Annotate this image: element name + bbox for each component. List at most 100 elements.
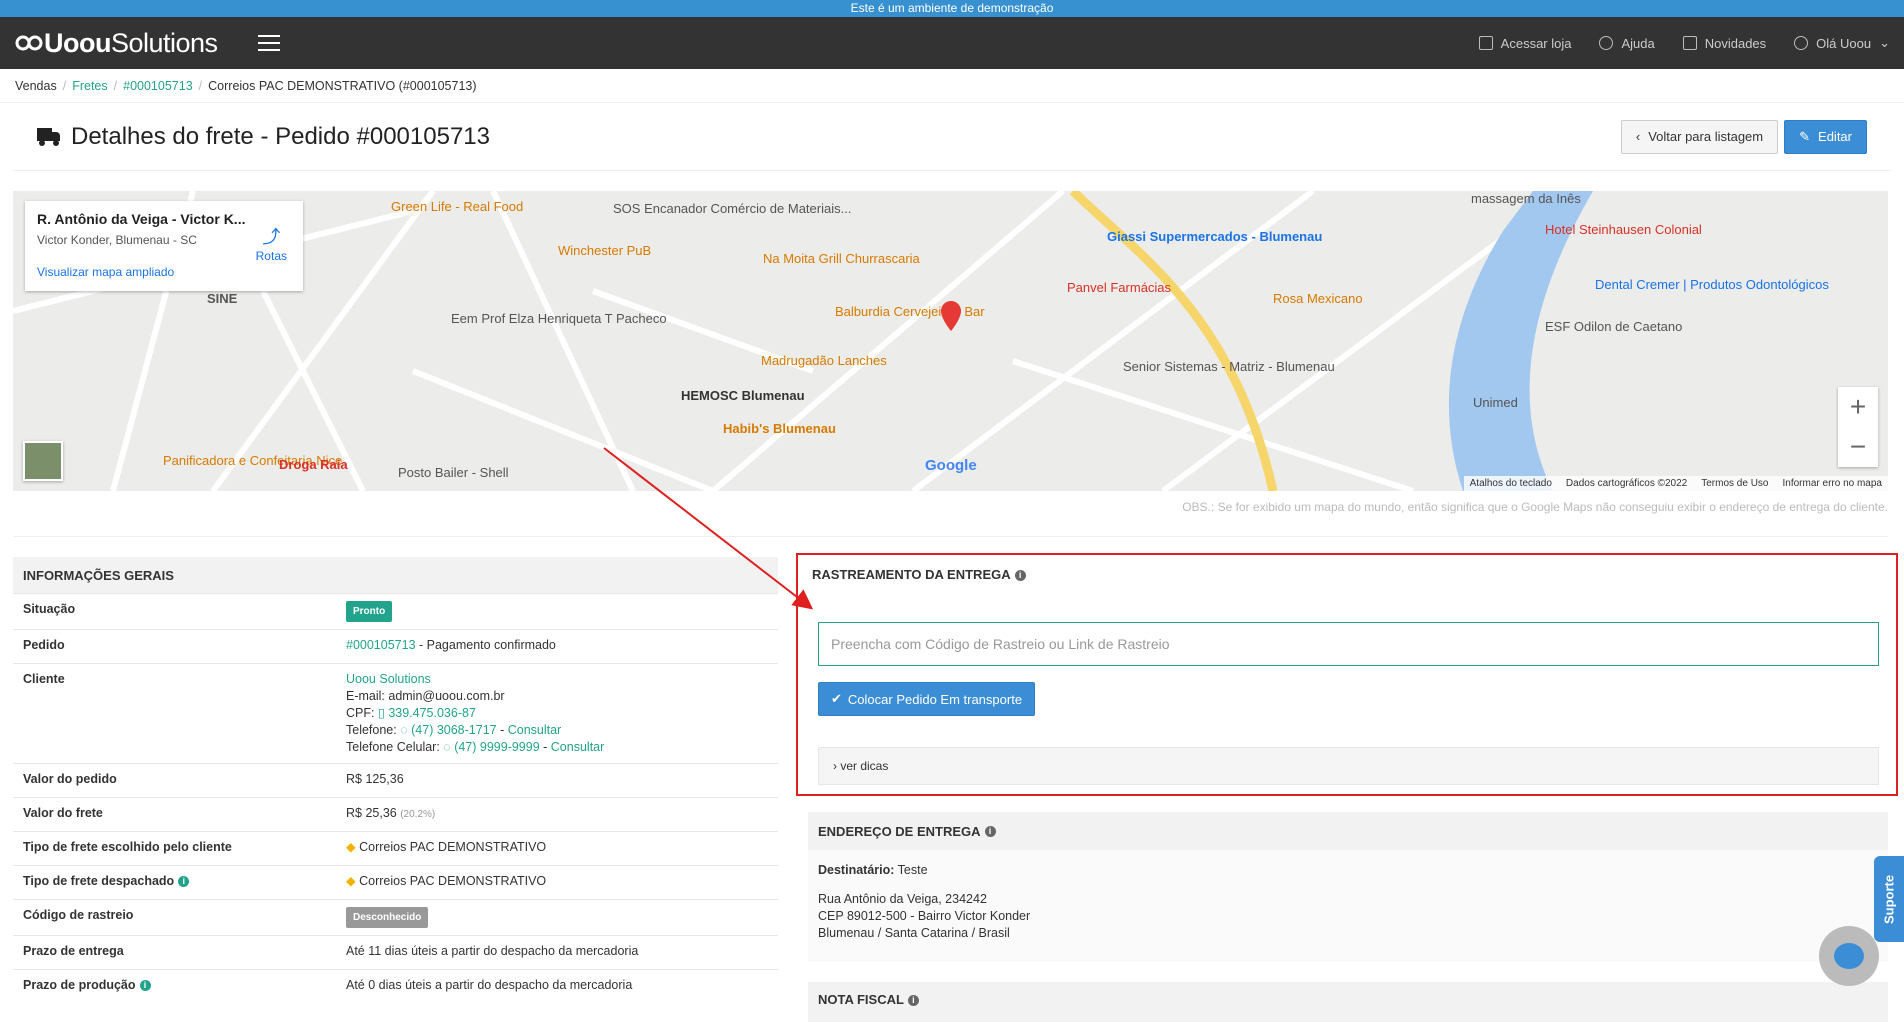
info-icon[interactable]: i: [139, 980, 151, 992]
info-icon[interactable]: i: [907, 995, 919, 1007]
zoom-controls: + −: [1838, 387, 1878, 467]
nav-label: Ajuda: [1621, 35, 1655, 51]
info-icon[interactable]: i: [984, 825, 996, 837]
cpf-link[interactable]: 339.475.036-87: [388, 706, 476, 720]
map-poi[interactable]: ESF Odilon de Caetano: [1545, 319, 1682, 334]
cpf-label: CPF:: [346, 706, 378, 720]
table-row: Valor do pedido R$ 125,36: [13, 763, 778, 798]
row-label: Valor do frete: [13, 797, 336, 832]
map-poi[interactable]: massagem da Inês: [1471, 191, 1581, 206]
map-footer-report[interactable]: Informar erro no mapa: [1783, 478, 1883, 489]
table-row: Prazo de entrega Até 11 dias úteis a part…: [13, 935, 778, 970]
map-poi[interactable]: Droga Raia: [279, 457, 348, 472]
info-icon[interactable]: i: [1014, 570, 1026, 582]
general-info-header: INFORMAÇÕES GERAIS: [13, 557, 778, 593]
demo-banner: Este é um ambiente de demonstração: [0, 0, 1904, 17]
map-poi[interactable]: Posto Bailer - Shell: [398, 465, 509, 480]
map-info-card: R. Antônio da Veiga - Victor K... Victor…: [25, 201, 303, 291]
support-tab[interactable]: Suporte: [1874, 856, 1904, 942]
map-poi[interactable]: Balburdia Cervejeira - Bar: [835, 304, 985, 319]
logo-link-icon: [15, 35, 43, 51]
nav-ajuda[interactable]: Ajuda: [1599, 35, 1655, 51]
row-label: Cliente: [13, 663, 336, 764]
breadcrumb-pedido[interactable]: #000105713: [123, 79, 193, 93]
page-header: Detalhes do frete - Pedido #000105713 ‹ V…: [13, 103, 1891, 171]
nav-label: Olá Uoou: [1816, 35, 1872, 51]
breadcrumb-fretes[interactable]: Fretes: [72, 79, 107, 93]
cell-link[interactable]: (47) 9999-9999: [454, 740, 539, 754]
map-footer-shortcuts[interactable]: Atalhos do teclado: [1470, 478, 1552, 489]
order-link[interactable]: #000105713: [346, 638, 416, 652]
nav-acessar-loja[interactable]: Acessar loja: [1478, 36, 1571, 51]
store-icon: [1478, 36, 1493, 50]
address-line-3: Blumenau / Santa Catarina / Brasil: [818, 926, 1010, 940]
back-to-list-button[interactable]: ‹ Voltar para listagem: [1620, 119, 1779, 154]
tracking-code-input[interactable]: Preencha com Código de Rastreio ou Link …: [818, 622, 1879, 666]
document-icon: ▯: [377, 706, 389, 720]
map-poi[interactable]: Madrugadão Lanches: [761, 353, 887, 368]
info-icon[interactable]: i: [178, 876, 190, 888]
directions-label: Rotas: [255, 249, 287, 263]
production-deadline: Até 0 dias úteis a partir do despacho da…: [336, 969, 778, 1004]
cell-consult-link[interactable]: Consultar: [551, 740, 605, 754]
map-poi[interactable]: HEMOSC Blumenau: [681, 388, 805, 403]
tracking-placeholder: Preencha com Código de Rastreio ou Link …: [831, 636, 1170, 652]
nav-novidades[interactable]: Novidades: [1682, 36, 1766, 51]
row-value: ◆ Correios PAC DEMONSTRATIVO: [336, 865, 778, 900]
map-footer-terms[interactable]: Termos de Uso: [1701, 478, 1768, 489]
breadcrumb-vendas: Vendas: [15, 78, 57, 93]
tracking-panel: RASTREAMENTO DA ENTREGA i Preencha com Có…: [796, 553, 1898, 796]
satellite-toggle[interactable]: [23, 441, 63, 481]
breadcrumb-current: Correios PAC DEMONSTRATIVO (#000105713): [208, 78, 477, 93]
set-in-transport-label: Colocar Pedido Em transporte: [847, 691, 1023, 707]
phone-link[interactable]: (47) 3068-1717: [411, 723, 496, 737]
correios-icon: ◆: [346, 840, 360, 854]
map-poi[interactable]: Eem Prof Elza Henriqueta T Pacheco: [451, 311, 667, 326]
google-map[interactable]: R. Antônio da Veiga - Victor K... Victor…: [13, 191, 1888, 491]
tracking-header-text: RASTREAMENTO DA ENTREGA: [812, 567, 1011, 582]
map-poi[interactable]: Dental Cremer | Produtos Odontológicos: [1595, 277, 1829, 292]
row-label: Valor do pedido: [13, 763, 336, 798]
map-poi[interactable]: SOS Encanador Comércio de Materiais...: [613, 201, 851, 216]
map-card-title: R. Antônio da Veiga - Victor K...: [37, 211, 246, 227]
map-poi[interactable]: Green Life - Real Food: [391, 199, 523, 214]
directions-button[interactable]: ⤴ Rotas: [256, 223, 287, 263]
freight-type-shipped: Correios PAC DEMONSTRATIVO: [359, 874, 547, 888]
zoom-out-button[interactable]: −: [1850, 431, 1866, 463]
zoom-in-button[interactable]: +: [1850, 391, 1866, 423]
row-value: R$ 25,36 (20.2%): [336, 797, 778, 832]
map-poi[interactable]: Hotel Steinhausen Colonial: [1545, 222, 1702, 237]
recipient-value: Teste: [894, 863, 928, 877]
directions-icon: ⤴: [262, 227, 281, 247]
hamburger-menu-icon[interactable]: [257, 35, 280, 51]
map-poi[interactable]: SINE: [207, 291, 237, 306]
nav-user[interactable]: Olá Uoou ⌄: [1794, 35, 1890, 51]
map-marker-icon[interactable]: [941, 301, 961, 331]
view-larger-map-link[interactable]: Visualizar mapa ampliado: [37, 265, 291, 279]
map-poi[interactable]: Rosa Mexicano: [1273, 291, 1363, 306]
page-title: Detalhes do frete - Pedido #000105713: [37, 123, 490, 151]
logo[interactable]: Uoou Solutions: [14, 28, 218, 59]
set-in-transport-button[interactable]: ✔ Colocar Pedido Em transporte: [818, 682, 1036, 716]
map-poi[interactable]: Giassi Supermercados - Blumenau: [1107, 229, 1322, 244]
row-value: #000105713 - Pagamento confirmado: [336, 629, 778, 664]
invoice-header-text: NOTA FISCAL: [818, 992, 904, 1007]
map-poi[interactable]: Na Moita Grill Churrascaria: [763, 251, 920, 266]
edit-button[interactable]: ✎ Editar: [1784, 119, 1867, 154]
map-footer-data: Dados cartográficos ©2022: [1565, 478, 1688, 489]
row-value: Desconhecido: [336, 899, 778, 936]
phone-consult-link[interactable]: Consultar: [508, 723, 562, 737]
map-poi[interactable]: Senior Sistemas - Matriz - Blumenau: [1123, 359, 1335, 374]
map-poi[interactable]: Unimed: [1473, 395, 1518, 410]
customer-email: E-mail: admin@uoou.com.br: [346, 689, 505, 703]
edit-label: Editar: [1818, 129, 1852, 144]
view-tips-toggle[interactable]: › ver dicas: [818, 747, 1879, 785]
general-info-table: Situação Pronto Pedido #000105713 - Pagame…: [13, 593, 778, 1004]
table-row: Cliente Uoou Solutions E-mail: admin@uoo…: [13, 663, 778, 764]
view-tips-label: › ver dicas: [833, 759, 889, 773]
map-poi[interactable]: Habib's Blumenau: [723, 421, 836, 436]
map-poi[interactable]: Winchester PuB: [558, 243, 651, 258]
map-poi[interactable]: Panvel Farmácias: [1067, 280, 1171, 295]
customer-link[interactable]: Uoou Solutions: [346, 672, 431, 686]
chat-widget-button[interactable]: [1819, 926, 1879, 986]
